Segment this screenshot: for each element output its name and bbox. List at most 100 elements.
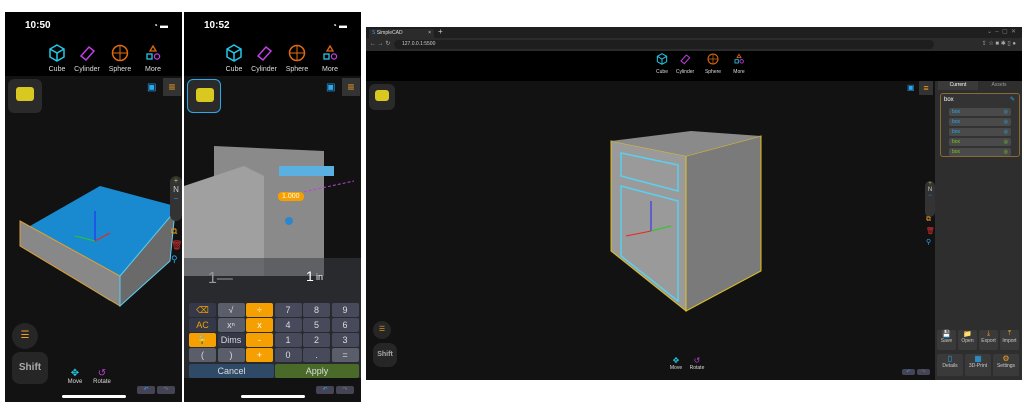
move-button[interactable]: ✥ Move — [60, 368, 90, 385]
calc-key[interactable]: xⁿ — [217, 318, 245, 332]
visibility-icon[interactable]: ◎ — [1004, 148, 1008, 156]
calc-key[interactable]: 7 — [274, 303, 302, 317]
paint-icon[interactable]: ⚲ — [171, 254, 178, 265]
undo-button[interactable]: ↶ — [316, 386, 334, 394]
calc-key[interactable]: x — [246, 318, 273, 332]
export-button[interactable]: ⤓ Export — [979, 330, 998, 350]
calc-key[interactable]: 0 — [274, 348, 302, 362]
visibility-icon[interactable]: ◎ — [1004, 128, 1008, 136]
details-button[interactable]: ▯ Details — [937, 354, 963, 376]
calc-key[interactable]: 8 — [303, 303, 330, 317]
tape-measure-button[interactable] — [187, 79, 221, 113]
object-list-item[interactable]: box ◎ — [949, 108, 1011, 116]
redo-button[interactable]: ↷ — [917, 369, 930, 375]
calc-key[interactable]: 2 — [303, 333, 330, 347]
copy-icon[interactable]: ⧉ — [171, 226, 177, 237]
calc-key[interactable]: 1 — [274, 333, 302, 347]
calc-key[interactable]: 4 — [274, 318, 302, 332]
paint-icon[interactable]: ⚲ — [926, 238, 931, 246]
browser-tab[interactable]: S SimpleCAD × — [369, 29, 434, 38]
undo-button[interactable]: ↶ — [137, 386, 155, 394]
new-tab-button[interactable]: + — [438, 27, 443, 36]
import-button[interactable]: ⤒ Import — [1000, 330, 1019, 350]
apply-button[interactable]: Apply — [275, 364, 359, 378]
tab-current[interactable]: Current — [938, 81, 978, 90]
calc-key[interactable]: ) — [217, 348, 245, 362]
calc-key[interactable]: . — [303, 348, 330, 362]
open-button[interactable]: 📁 Open — [958, 330, 977, 350]
calc-key[interactable]: ÷ — [246, 303, 273, 317]
calc-key[interactable]: Dims — [217, 333, 245, 347]
settings-button[interactable]: ⚙ Settings — [993, 354, 1019, 376]
redo-button[interactable]: ↷ — [157, 386, 175, 394]
menu-button[interactable]: ≡ — [163, 78, 181, 96]
calc-key[interactable]: - — [246, 333, 273, 347]
object-card: box ✎ box ◎ box ◎ box ◎ box ◎ box ◎ — [940, 93, 1020, 157]
camera-icon[interactable]: ▣ — [326, 82, 335, 93]
more-tool[interactable]: More — [133, 44, 173, 73]
url-input[interactable]: 127.0.0.1:5500 — [394, 40, 934, 49]
3d-viewport[interactable]: ▣ ≡ 1.000 1— 1 in ⌫ √ ÷ 7 8 9 AC xⁿ x 4 5 6 🔓 Dims -1 2… — [184, 76, 361, 402]
calc-key[interactable]: AC — [189, 318, 216, 332]
zoom-out-button[interactable]: − — [925, 193, 935, 199]
visibility-icon[interactable]: ◎ — [1004, 138, 1008, 146]
edit-icon[interactable]: ✎ — [1010, 96, 1015, 103]
browser-window: S SimpleCAD × + ⌄ – ▢ ✕ ← → ↻ 127.0.0.1:5… — [366, 27, 1022, 380]
cylinder-tool[interactable]: Cylinder — [672, 53, 698, 75]
calc-key[interactable]: ⌫ — [189, 303, 216, 317]
dimension-label[interactable]: 1.000 — [278, 192, 304, 201]
shift-button[interactable]: Shift — [373, 343, 397, 367]
shift-button[interactable]: Shift — [12, 352, 48, 384]
calc-key[interactable]: + — [246, 348, 273, 362]
zoom-out-button[interactable]: − — [170, 194, 182, 203]
undo-button[interactable]: ↶ — [902, 369, 915, 375]
calc-key[interactable]: = — [331, 348, 359, 362]
redo-button[interactable]: ↷ — [336, 386, 354, 394]
more-tool[interactable]: More — [310, 44, 350, 73]
trash-icon[interactable]: 🗑 — [926, 227, 935, 235]
tab-assets[interactable]: Assets — [979, 81, 1019, 90]
drawer-model[interactable] — [10, 181, 175, 311]
list-button[interactable]: ☰ — [373, 321, 391, 339]
calc-key[interactable]: 9 — [331, 303, 359, 317]
nav-buttons[interactable]: ← → ↻ — [370, 40, 390, 47]
north-button[interactable]: N — [170, 185, 182, 194]
visibility-icon[interactable]: ◎ — [1004, 118, 1008, 126]
object-list-item[interactable]: box ◎ — [949, 138, 1011, 146]
rotate-button[interactable]: ↺ Rotate — [686, 356, 708, 371]
menu-button[interactable]: ≡ — [342, 78, 360, 96]
tab-close-button[interactable]: × — [428, 29, 431, 38]
save-button[interactable]: 💾 Save — [937, 330, 956, 350]
3d-viewport[interactable]: ▣ ≡ + N − ⧉ 🗑 ⚲ ☰ Shift ✥ Move ↺ Rotate ↶ … — [5, 76, 182, 402]
calc-key[interactable]: 🔓 — [189, 333, 216, 347]
calc-key[interactable]: 6 — [331, 318, 359, 332]
tape-measure-button[interactable] — [369, 84, 395, 110]
calc-key[interactable]: √ — [217, 303, 245, 317]
calc-key[interactable]: ( — [189, 348, 216, 362]
camera-icon[interactable]: ▣ — [147, 82, 156, 93]
object-list-item[interactable]: box ◎ — [949, 148, 1011, 156]
copy-icon[interactable]: ⧉ — [926, 216, 931, 224]
rotate-button[interactable]: ↺ Rotate — [87, 368, 117, 385]
trash-icon[interactable]: 🗑 — [171, 240, 182, 251]
extension-icons[interactable]: ⇪ ☆ ■ ✱ ▯ ● — [982, 40, 1016, 47]
cancel-button[interactable]: Cancel — [189, 364, 274, 378]
object-list-item[interactable]: box ◎ — [949, 128, 1011, 136]
3d-viewport[interactable]: ▣ ≡ + N − ⧉ 🗑 ⚲ ☰ Shift ✥ Move ↺ Rotate ↶ … — [366, 81, 935, 380]
object-list-item[interactable]: box ◎ — [949, 118, 1011, 126]
more-tool[interactable]: More — [726, 53, 752, 75]
3dprint-button[interactable]: ▦ 3D-Print — [965, 354, 991, 376]
zoom-in-button[interactable]: + — [170, 176, 182, 185]
list-button[interactable]: ☰ — [12, 323, 38, 349]
calc-key[interactable]: 3 — [331, 333, 359, 347]
cabinet-model[interactable] — [606, 131, 771, 316]
sphere-tool[interactable]: Sphere — [700, 53, 726, 75]
calc-key[interactable]: 5 — [303, 318, 330, 332]
camera-icon[interactable]: ▣ — [907, 83, 915, 92]
bracket-model[interactable] — [184, 146, 361, 276]
move-button[interactable]: ✥ Move — [666, 356, 686, 371]
visibility-icon[interactable]: ◎ — [1004, 108, 1008, 116]
tape-measure-button[interactable] — [8, 79, 42, 113]
menu-button[interactable]: ≡ — [919, 81, 933, 95]
window-controls[interactable]: ⌄ – ▢ ✕ — [987, 28, 1016, 35]
